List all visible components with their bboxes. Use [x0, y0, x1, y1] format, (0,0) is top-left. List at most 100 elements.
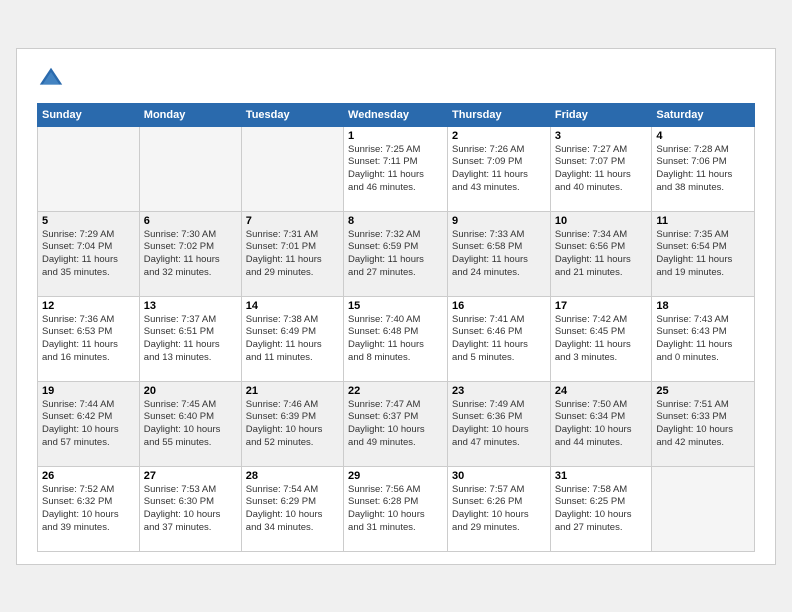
calendar-day-cell [38, 126, 140, 211]
day-number: 8 [348, 215, 443, 227]
calendar-day-cell: 30 Sunrise: 7:57 AM Sunset: 6:26 PM Dayli… [448, 466, 551, 551]
day-info: Sunrise: 7:57 AM Sunset: 6:26 PM Dayligh… [452, 484, 546, 535]
day-number: 9 [452, 215, 546, 227]
day-info: Sunrise: 7:44 AM Sunset: 6:42 PM Dayligh… [42, 399, 135, 450]
calendar-day-cell: 17Sunrise: 7:42 AM Sunset: 6:45 PM Dayli… [550, 296, 652, 381]
day-number: 25 [656, 385, 750, 397]
day-info: Sunrise: 7:45 AM Sunset: 6:40 PM Dayligh… [144, 399, 237, 450]
day-info: Sunrise: 7:29 AM Sunset: 7:04 PM Dayligh… [42, 229, 135, 280]
day-info: Sunrise: 7:52 AM Sunset: 6:32 PM Dayligh… [42, 484, 135, 535]
day-info: Sunrise: 7:36 AM Sunset: 6:53 PM Dayligh… [42, 314, 135, 365]
day-info: Sunrise: 7:25 AM Sunset: 7:11 PM Dayligh… [348, 144, 443, 195]
day-number: 1 [348, 130, 443, 142]
calendar-day-cell: 9 Sunrise: 7:33 AM Sunset: 6:58 PM Daylig… [448, 211, 551, 296]
calendar-day-cell: 11 Sunrise: 7:35 AM Sunset: 6:54 PM Dayli… [652, 211, 755, 296]
calendar-day-cell: 10 Sunrise: 7:34 AM Sunset: 6:56 PM Dayli… [550, 211, 652, 296]
day-number: 22 [348, 385, 443, 397]
day-number: 21 [246, 385, 339, 397]
day-number: 18 [656, 300, 750, 312]
day-info: Sunrise: 7:40 AM Sunset: 6:48 PM Dayligh… [348, 314, 443, 365]
day-info: Sunrise: 7:34 AM Sunset: 6:56 PM Dayligh… [555, 229, 648, 280]
day-number: 28 [246, 470, 339, 482]
day-info: Sunrise: 7:26 AM Sunset: 7:09 PM Dayligh… [452, 144, 546, 195]
day-number: 2 [452, 130, 546, 142]
weekday-header-row: SundayMondayTuesdayWednesdayThursdayFrid… [38, 103, 755, 126]
calendar-day-cell: 25 Sunrise: 7:51 AM Sunset: 6:33 PM Dayli… [652, 381, 755, 466]
day-info: Sunrise: 7:30 AM Sunset: 7:02 PM Dayligh… [144, 229, 237, 280]
day-number: 15 [348, 300, 443, 312]
day-info: Sunrise: 7:31 AM Sunset: 7:01 PM Dayligh… [246, 229, 339, 280]
day-info: Sunrise: 7:53 AM Sunset: 6:30 PM Dayligh… [144, 484, 237, 535]
weekday-header-cell: Thursday [448, 103, 551, 126]
day-info: Sunrise: 7:58 AM Sunset: 6:25 PM Dayligh… [555, 484, 648, 535]
weekday-header-cell: Friday [550, 103, 652, 126]
day-info: Sunrise: 7:33 AM Sunset: 6:58 PM Dayligh… [452, 229, 546, 280]
day-number: 6 [144, 215, 237, 227]
day-info: Sunrise: 7:28 AM Sunset: 7:06 PM Dayligh… [656, 144, 750, 195]
day-number: 26 [42, 470, 135, 482]
logo-area [37, 65, 69, 93]
calendar-day-cell: 27 Sunrise: 7:53 AM Sunset: 6:30 PM Dayli… [139, 466, 241, 551]
calendar-day-cell: 7 Sunrise: 7:31 AM Sunset: 7:01 PM Daylig… [241, 211, 343, 296]
day-number: 14 [246, 300, 339, 312]
day-number: 20 [144, 385, 237, 397]
calendar-day-cell: 18Sunrise: 7:43 AM Sunset: 6:43 PM Dayli… [652, 296, 755, 381]
logo-icon [37, 65, 65, 93]
calendar-day-cell: 3 Sunrise: 7:27 AM Sunset: 7:07 PM Daylig… [550, 126, 652, 211]
calendar-day-cell: 13 Sunrise: 7:37 AM Sunset: 6:51 PM Dayli… [139, 296, 241, 381]
calendar-day-cell [652, 466, 755, 551]
header-section [37, 65, 755, 93]
day-info: Sunrise: 7:41 AM Sunset: 6:46 PM Dayligh… [452, 314, 546, 365]
day-number: 10 [555, 215, 648, 227]
day-number: 12 [42, 300, 135, 312]
day-info: Sunrise: 7:38 AM Sunset: 6:49 PM Dayligh… [246, 314, 339, 365]
day-number: 7 [246, 215, 339, 227]
day-info: Sunrise: 7:50 AM Sunset: 6:34 PM Dayligh… [555, 399, 648, 450]
day-info: Sunrise: 7:27 AM Sunset: 7:07 PM Dayligh… [555, 144, 648, 195]
day-number: 30 [452, 470, 546, 482]
calendar-day-cell: 20 Sunrise: 7:45 AM Sunset: 6:40 PM Dayli… [139, 381, 241, 466]
calendar-day-cell: 24 Sunrise: 7:50 AM Sunset: 6:34 PM Dayli… [550, 381, 652, 466]
day-number: 27 [144, 470, 237, 482]
day-number: 5 [42, 215, 135, 227]
calendar-day-cell: 19 Sunrise: 7:44 AM Sunset: 6:42 PM Dayli… [38, 381, 140, 466]
calendar-day-cell: 4 Sunrise: 7:28 AM Sunset: 7:06 PM Daylig… [652, 126, 755, 211]
calendar-day-cell: 2 Sunrise: 7:26 AM Sunset: 7:09 PM Daylig… [448, 126, 551, 211]
calendar-day-cell: 6 Sunrise: 7:30 AM Sunset: 7:02 PM Daylig… [139, 211, 241, 296]
day-info: Sunrise: 7:54 AM Sunset: 6:29 PM Dayligh… [246, 484, 339, 535]
calendar-day-cell: 21 Sunrise: 7:46 AM Sunset: 6:39 PM Dayli… [241, 381, 343, 466]
calendar-day-cell: 26 Sunrise: 7:52 AM Sunset: 6:32 PM Dayli… [38, 466, 140, 551]
day-number: 23 [452, 385, 546, 397]
day-info: Sunrise: 7:51 AM Sunset: 6:33 PM Dayligh… [656, 399, 750, 450]
calendar-day-cell [241, 126, 343, 211]
day-info: Sunrise: 7:46 AM Sunset: 6:39 PM Dayligh… [246, 399, 339, 450]
day-info: Sunrise: 7:32 AM Sunset: 6:59 PM Dayligh… [348, 229, 443, 280]
day-number: 3 [555, 130, 648, 142]
day-info: Sunrise: 7:35 AM Sunset: 6:54 PM Dayligh… [656, 229, 750, 280]
day-number: 11 [656, 215, 750, 227]
calendar-day-cell: 15 Sunrise: 7:40 AM Sunset: 6:48 PM Dayli… [344, 296, 448, 381]
calendar-grid: SundayMondayTuesdayWednesdayThursdayFrid… [37, 103, 755, 552]
calendar-day-cell [139, 126, 241, 211]
calendar-day-cell: 28 Sunrise: 7:54 AM Sunset: 6:29 PM Dayli… [241, 466, 343, 551]
weekday-header-cell: Saturday [652, 103, 755, 126]
day-number: 24 [555, 385, 648, 397]
day-number: 17 [555, 300, 648, 312]
calendar-day-cell: 23 Sunrise: 7:49 AM Sunset: 6:36 PM Dayli… [448, 381, 551, 466]
day-number: 4 [656, 130, 750, 142]
calendar-week-row: 1 Sunrise: 7:25 AM Sunset: 7:11 PM Daylig… [38, 126, 755, 211]
day-info: Sunrise: 7:37 AM Sunset: 6:51 PM Dayligh… [144, 314, 237, 365]
day-number: 31 [555, 470, 648, 482]
weekday-header-cell: Monday [139, 103, 241, 126]
day-info: Sunrise: 7:47 AM Sunset: 6:37 PM Dayligh… [348, 399, 443, 450]
calendar-day-cell: 5 Sunrise: 7:29 AM Sunset: 7:04 PM Daylig… [38, 211, 140, 296]
calendar-container: SundayMondayTuesdayWednesdayThursdayFrid… [16, 48, 776, 565]
day-number: 19 [42, 385, 135, 397]
day-info: Sunrise: 7:49 AM Sunset: 6:36 PM Dayligh… [452, 399, 546, 450]
calendar-day-cell: 29 Sunrise: 7:56 AM Sunset: 6:28 PM Dayli… [344, 466, 448, 551]
day-number: 13 [144, 300, 237, 312]
day-number: 16 [452, 300, 546, 312]
day-info: Sunrise: 7:56 AM Sunset: 6:28 PM Dayligh… [348, 484, 443, 535]
calendar-week-row: 5 Sunrise: 7:29 AM Sunset: 7:04 PM Daylig… [38, 211, 755, 296]
day-number: 29 [348, 470, 443, 482]
